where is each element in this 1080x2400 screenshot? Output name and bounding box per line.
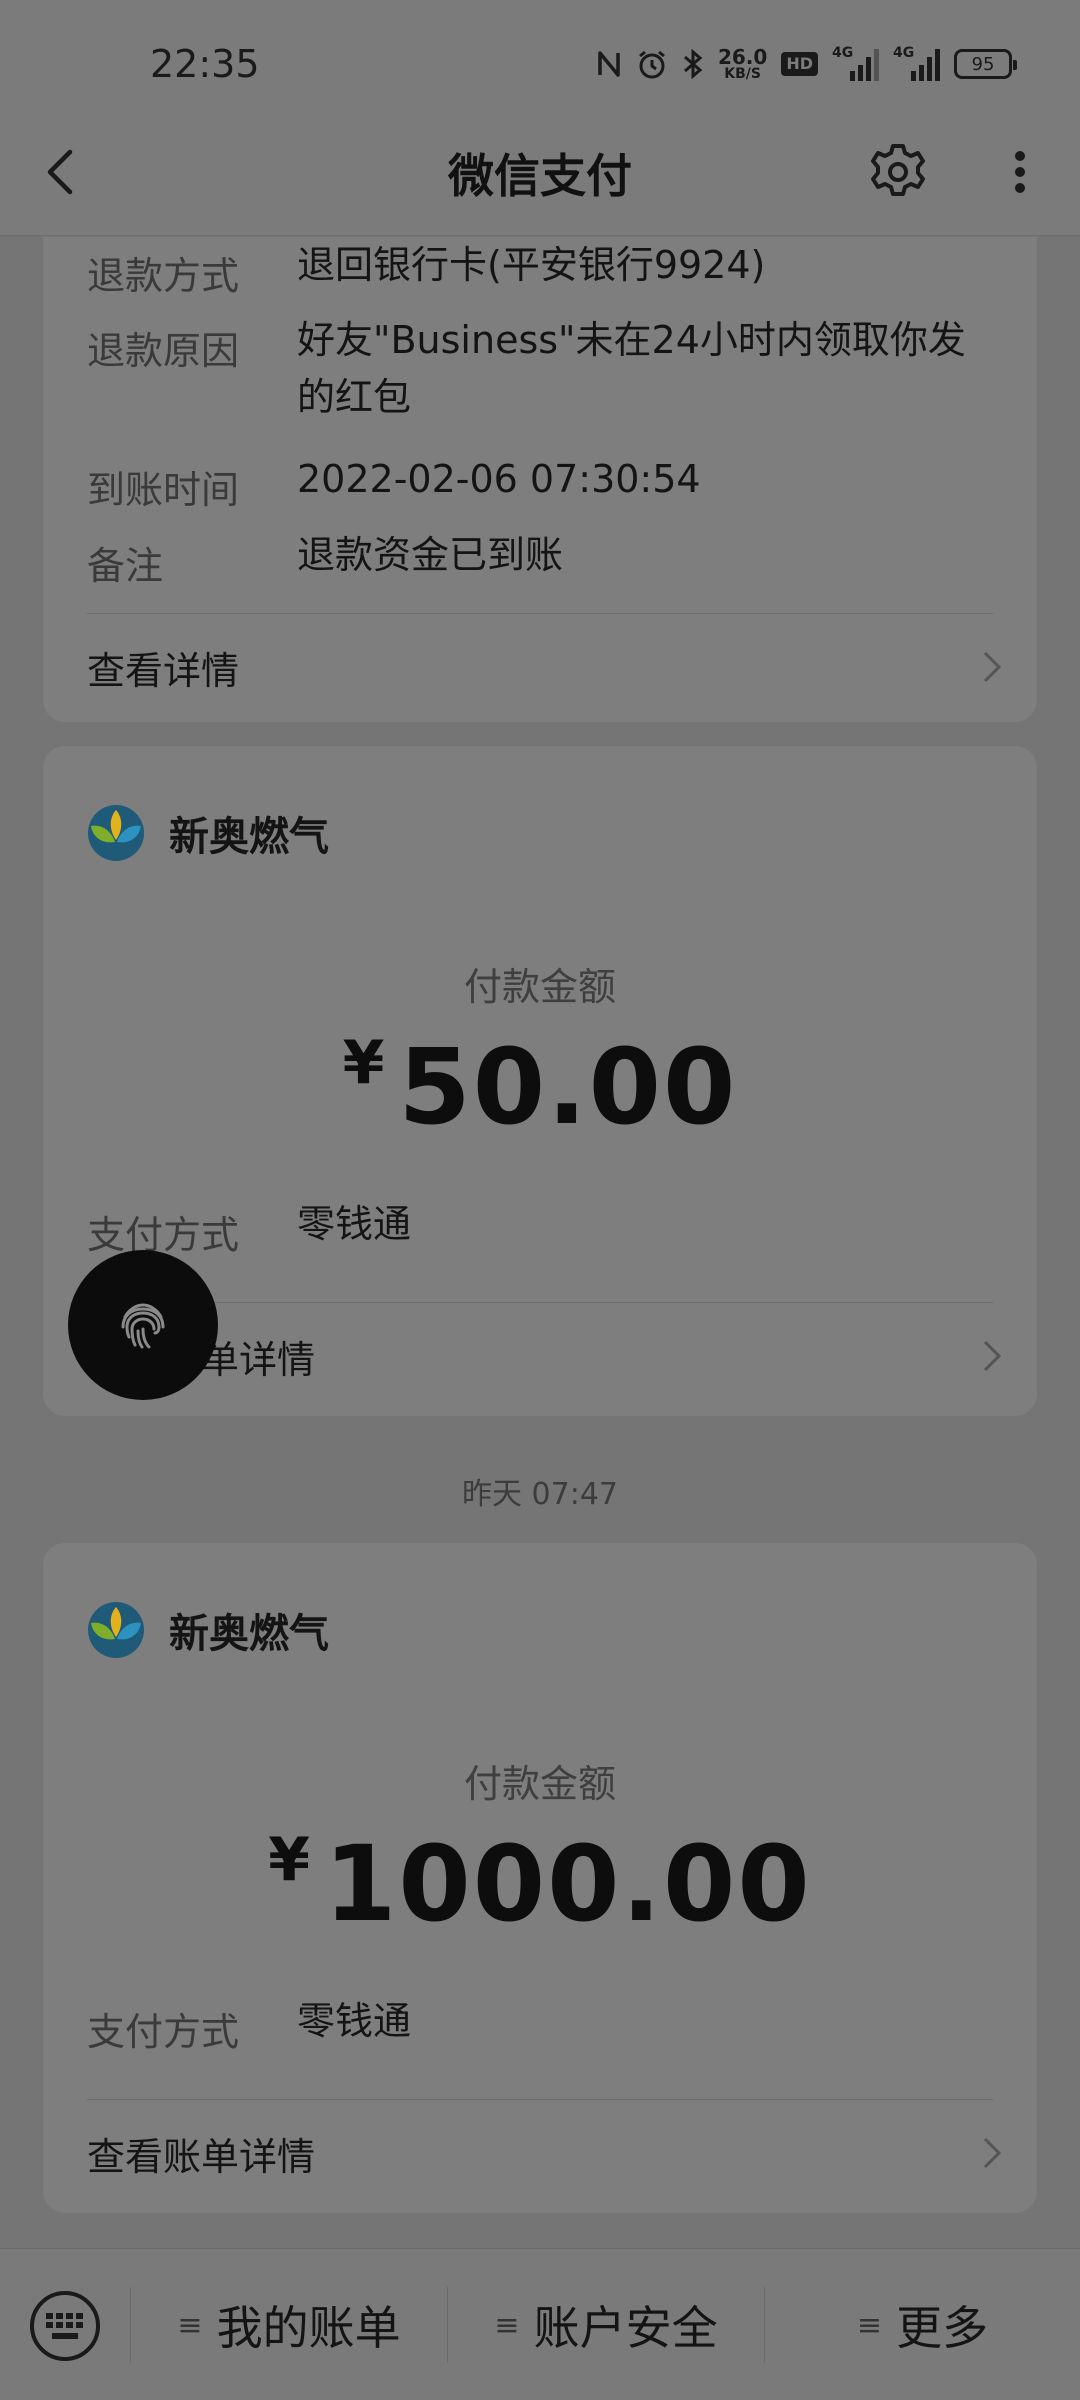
- signal-icon: 4G: [832, 45, 879, 81]
- view-bill-details-link[interactable]: 查看账单详情: [87, 1316, 1007, 1396]
- battery-icon: 95: [954, 49, 1017, 79]
- menu-list-icon: ≡: [856, 2307, 883, 2343]
- net-speed-unit: KB/S: [724, 66, 761, 82]
- amount-label: 付款金额: [463, 1762, 616, 1806]
- signal-icon: 4G: [893, 45, 940, 81]
- signal-tag: 4G: [832, 45, 854, 61]
- merchant-logo: [88, 805, 144, 861]
- amount-value: 1000.00: [324, 1823, 812, 1945]
- remark-value: 退款资金已到账: [297, 533, 564, 577]
- currency-symbol: ¥: [268, 1825, 311, 1895]
- title-bar: 微信支付: [0, 108, 1080, 236]
- gear-icon: [871, 144, 925, 196]
- view-bill-details-label: 查看账单详情: [87, 2134, 316, 2179]
- payment-method-label: 支付方式: [87, 1213, 240, 1257]
- fingerprint-icon: [121, 1303, 165, 1349]
- refund-method-label: 退款方式: [87, 254, 240, 298]
- status-time: 22:35: [150, 42, 260, 86]
- status-icons: 26.0 KB/S HD 4G 4G 95: [596, 44, 1017, 84]
- chevron-right-icon: [983, 1340, 1002, 1372]
- merchant-header: 新奥燃气: [87, 1601, 329, 1659]
- amount-label: 付款金额: [463, 965, 616, 1009]
- alarm-icon: [636, 48, 668, 80]
- view-bill-details-link[interactable]: 查看账单详情: [87, 2113, 1007, 2193]
- battery-level: 95: [971, 53, 995, 75]
- menu-label: 我的账单: [216, 2301, 401, 2355]
- bluetooth-icon: [682, 48, 704, 80]
- payment-card[interactable]: 新奥燃气 付款金额 ¥1000.00 支付方式 零钱通 查看账单详情: [43, 1543, 1037, 2213]
- menu-more[interactable]: ≡ 更多: [765, 2249, 1080, 2400]
- menu-list-icon: ≡: [177, 2307, 203, 2343]
- merchant-name: 新奥燃气: [169, 1611, 329, 1657]
- refund-card: 退款方式 退回银行卡(平安银行9924) 退款原因 好友"Business"未在…: [43, 237, 1037, 722]
- merchant-header: 新奥燃气: [87, 804, 329, 862]
- bottom-menu-bar: ≡ 我的账单 ≡ 账户安全 ≡ 更多: [0, 2248, 1080, 2400]
- net-speed: 26.0 KB/S: [718, 47, 767, 81]
- chevron-right-icon: [983, 2137, 1002, 2169]
- menu-list-icon: ≡: [494, 2307, 520, 2343]
- arrival-time-label: 到账时间: [87, 468, 240, 512]
- view-details-link[interactable]: 查看详情: [87, 627, 1007, 707]
- chevron-right-icon: [983, 651, 1002, 683]
- view-details-label: 查看详情: [87, 648, 240, 693]
- message-list[interactable]: 退款方式 退回银行卡(平安银行9924) 退款原因 好友"Business"未在…: [0, 237, 1080, 2247]
- signal-tag: 4G: [893, 45, 915, 61]
- nfc-icon: [596, 49, 622, 79]
- currency-symbol: ¥: [342, 1028, 385, 1098]
- net-speed-value: 26.0: [717, 45, 768, 69]
- divider: [87, 1302, 993, 1303]
- amount: ¥1000.00: [43, 1823, 1037, 1945]
- menu-my-bills[interactable]: ≡ 我的账单: [131, 2249, 447, 2400]
- keyboard-icon: [30, 2291, 100, 2361]
- more-vertical-icon: [1015, 151, 1025, 193]
- refund-reason-value: 好友"Business"未在24小时内领取你发的红包: [297, 318, 966, 419]
- divider: [87, 613, 993, 614]
- status-bar: 22:35 26.0 KB/S HD 4G 4G 95: [0, 0, 1080, 108]
- menu-account-security[interactable]: ≡ 账户安全: [448, 2249, 764, 2400]
- timestamp: 昨天 07:47: [462, 1477, 618, 1512]
- amount-value: 50.00: [398, 1026, 738, 1148]
- merchant-logo: [88, 1602, 144, 1658]
- hd-icon: HD: [781, 52, 818, 76]
- divider: [87, 2099, 993, 2100]
- arrival-time-value: 2022-02-06 07:30:54: [297, 457, 701, 501]
- refund-method-value: 退回银行卡(平安银行9924): [297, 243, 766, 287]
- more-button[interactable]: [1000, 140, 1040, 204]
- payment-method-label: 支付方式: [87, 2010, 240, 2054]
- refund-reason-label: 退款原因: [87, 329, 240, 373]
- payment-method-value: 零钱通: [297, 1999, 412, 2043]
- menu-label: 更多: [896, 2301, 989, 2355]
- merchant-name: 新奥燃气: [169, 814, 329, 860]
- menu-label: 账户安全: [533, 2301, 718, 2355]
- remark-label: 备注: [87, 544, 164, 588]
- keyboard-toggle-button[interactable]: [28, 2289, 102, 2363]
- payment-method-value: 零钱通: [297, 1202, 412, 1246]
- fingerprint-button[interactable]: [68, 1250, 218, 1400]
- settings-button[interactable]: [866, 140, 930, 204]
- amount: ¥50.00: [43, 1026, 1037, 1148]
